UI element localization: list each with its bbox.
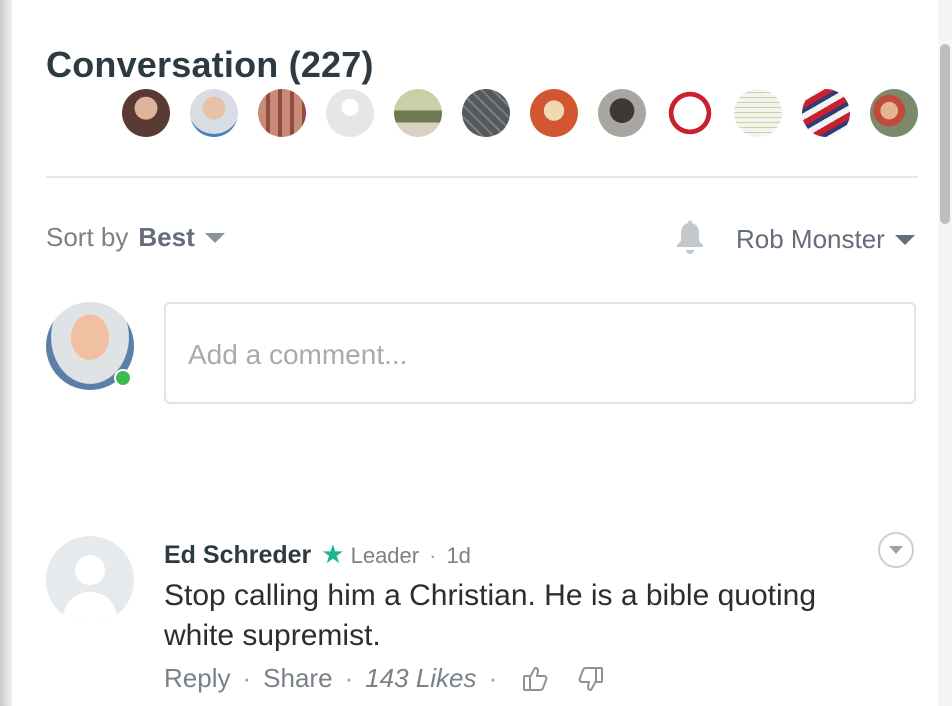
thumbs-up-icon[interactable]	[521, 664, 551, 694]
comment-badge: Leader	[350, 543, 420, 568]
reply-button[interactable]: Reply	[164, 663, 230, 694]
participant-avatar[interactable]	[462, 89, 510, 137]
chevron-down-icon	[894, 234, 915, 245]
comment-text: Stop calling him a Christian. He is a bi…	[164, 579, 817, 652]
participant-avatar[interactable]	[802, 89, 850, 137]
comment-input[interactable]	[186, 338, 890, 372]
chevron-down-icon	[204, 232, 225, 243]
participant-avatar[interactable]	[258, 89, 306, 137]
user-name: Rob Monster	[736, 224, 885, 254]
comment-timestamp[interactable]: 1d	[446, 543, 470, 569]
page-title: Conversation (227)	[46, 44, 374, 85]
participant-avatar[interactable]	[394, 89, 442, 137]
thumbs-down-icon[interactable]	[575, 664, 605, 694]
separator-dot: ·	[242, 663, 252, 693]
comment-actions: Reply · Share · 143 Likes ·	[164, 663, 605, 694]
scrollbar[interactable]	[938, 0, 952, 706]
separator-dot: ·	[344, 663, 354, 693]
scrollbar-thumb[interactable]	[940, 44, 950, 224]
participant-avatar[interactable]	[326, 89, 374, 137]
participant-avatar[interactable]	[870, 89, 918, 137]
online-status-dot	[114, 369, 132, 387]
share-button[interactable]: Share	[263, 663, 332, 694]
participant-avatar[interactable]	[598, 89, 646, 137]
sort-value: Best	[138, 222, 195, 252]
participant-avatar[interactable]	[530, 89, 578, 137]
page-edge	[0, 0, 12, 706]
participant-avatar[interactable]	[666, 89, 714, 137]
comment-options-icon[interactable]	[878, 532, 914, 568]
star-icon: ★	[321, 539, 345, 569]
separator-dot: ·	[429, 543, 437, 568]
default-user-icon	[62, 555, 118, 624]
participant-avatar[interactable]	[190, 89, 238, 137]
separator-dot: ·	[488, 663, 498, 693]
participant-avatar[interactable]	[734, 89, 782, 137]
comment-author[interactable]: Ed Schreder	[164, 541, 311, 570]
user-menu[interactable]: Rob Monster	[736, 224, 915, 255]
sort-dropdown[interactable]: Sort by Best	[46, 222, 225, 253]
likes-count[interactable]: 143 Likes	[365, 663, 476, 694]
bell-icon[interactable]	[674, 220, 706, 256]
comment-header: Ed Schreder ★ Leader · 1d	[164, 539, 471, 570]
participant-avatar[interactable]	[122, 89, 170, 137]
header-divider	[46, 176, 918, 178]
comment-author-avatar[interactable]	[46, 536, 134, 624]
sort-label: Sort by	[46, 222, 129, 252]
comment-composer[interactable]	[164, 302, 916, 404]
participant-avatars	[122, 89, 938, 137]
